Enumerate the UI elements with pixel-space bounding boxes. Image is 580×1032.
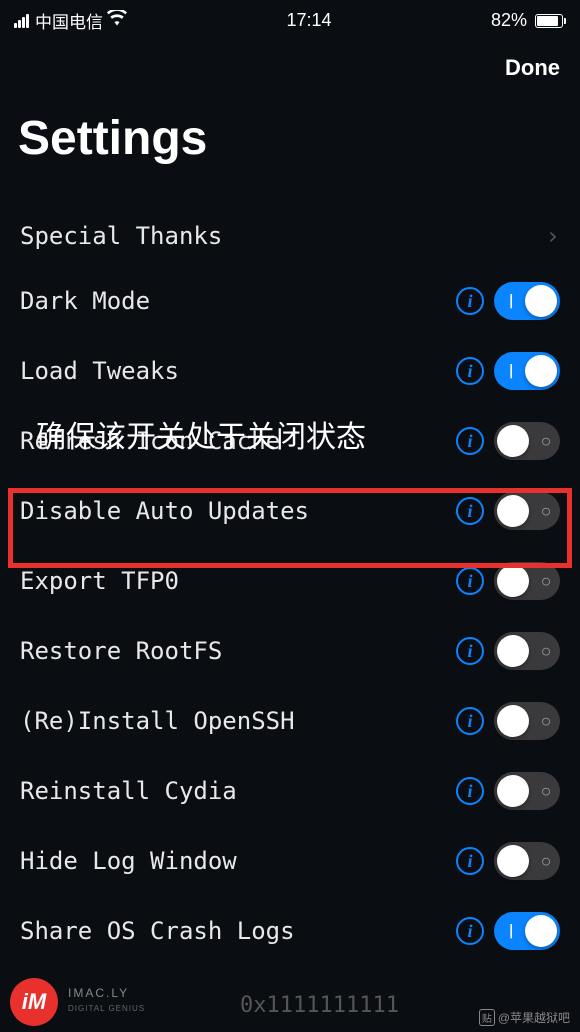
info-icon[interactable]: i	[456, 777, 484, 805]
row-label: Disable Auto Updates	[20, 497, 456, 525]
toggle-reinstall-cydia[interactable]	[494, 772, 560, 810]
info-icon[interactable]: i	[456, 567, 484, 595]
battery-percent: 82%	[491, 10, 527, 31]
im-badge-icon: iM	[10, 978, 58, 1026]
signal-icon	[14, 14, 29, 28]
row-label: Share OS Crash Logs	[20, 917, 456, 945]
page-title: Settings	[0, 91, 580, 206]
row-label: Refresh Icon Cache	[20, 427, 456, 455]
toggle-share-crash-logs[interactable]	[494, 912, 560, 950]
row-reinstall-cydia: Reinstall Cydia i	[10, 756, 570, 826]
row-load-tweaks: Load Tweaks i	[10, 336, 570, 406]
info-icon[interactable]: i	[456, 847, 484, 875]
info-icon[interactable]: i	[456, 917, 484, 945]
watermark-brand: IMAC.LY DIGITAL GENIUS	[68, 986, 145, 1014]
info-icon[interactable]: i	[456, 427, 484, 455]
row-label: Dark Mode	[20, 287, 456, 315]
row-disable-auto-updates: Disable Auto Updates i	[10, 476, 570, 546]
battery-icon	[533, 14, 566, 28]
tieba-attribution: 贴 @苹果越狱吧	[479, 1009, 570, 1026]
hex-value: 0x1111111111	[240, 993, 399, 1018]
row-refresh-icon-cache: Refresh Icon Cache i	[10, 406, 570, 476]
done-button[interactable]: Done	[505, 55, 560, 81]
row-share-crash-logs: Share OS Crash Logs i	[10, 896, 570, 966]
chevron-right-icon: ›	[546, 222, 560, 250]
toggle-export-tfp0[interactable]	[494, 562, 560, 600]
row-label: Hide Log Window	[20, 847, 456, 875]
row-hide-log-window: Hide Log Window i	[10, 826, 570, 896]
settings-list: Special Thanks › Dark Mode i Load Tweaks…	[0, 206, 580, 966]
row-label: Special Thanks	[20, 222, 546, 250]
toggle-dark-mode[interactable]	[494, 282, 560, 320]
row-restore-rootfs: Restore RootFS i	[10, 616, 570, 686]
info-icon[interactable]: i	[456, 637, 484, 665]
status-bar: 中国电信 17:14 82%	[0, 0, 580, 37]
toggle-hide-log-window[interactable]	[494, 842, 560, 880]
toggle-refresh-icon-cache[interactable]	[494, 422, 560, 460]
toggle-disable-auto-updates[interactable]	[494, 492, 560, 530]
time-label: 17:14	[286, 10, 331, 31]
info-icon[interactable]: i	[456, 357, 484, 385]
info-icon[interactable]: i	[456, 707, 484, 735]
row-label: Load Tweaks	[20, 357, 456, 385]
row-export-tfp0: Export TFP0 i	[10, 546, 570, 616]
row-label: Restore RootFS	[20, 637, 456, 665]
toggle-load-tweaks[interactable]	[494, 352, 560, 390]
info-icon[interactable]: i	[456, 497, 484, 525]
row-label: Export TFP0	[20, 567, 456, 595]
row-label: (Re)Install OpenSSH	[20, 707, 456, 735]
row-dark-mode: Dark Mode i	[10, 266, 570, 336]
toggle-restore-rootfs[interactable]	[494, 632, 560, 670]
row-reinstall-openssh: (Re)Install OpenSSH i	[10, 686, 570, 756]
wifi-icon	[107, 10, 127, 31]
info-icon[interactable]: i	[456, 287, 484, 315]
carrier-label: 中国电信	[35, 8, 103, 33]
toggle-reinstall-openssh[interactable]	[494, 702, 560, 740]
row-special-thanks[interactable]: Special Thanks ›	[10, 206, 570, 266]
row-label: Reinstall Cydia	[20, 777, 456, 805]
